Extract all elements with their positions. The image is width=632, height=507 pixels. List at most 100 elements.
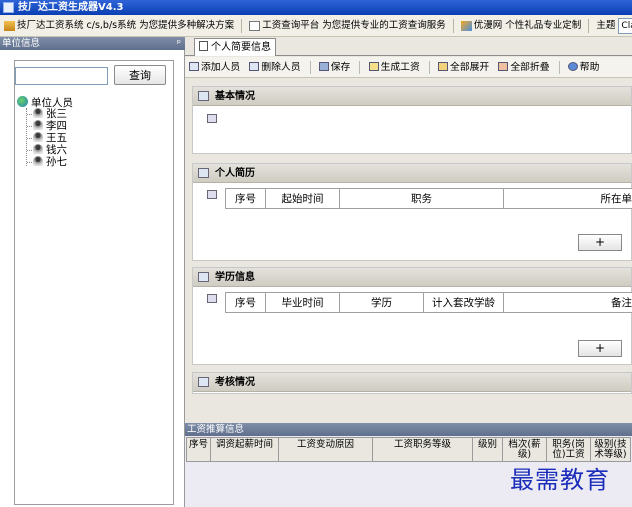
- delete-person-label: 删除人员: [261, 62, 301, 73]
- tab-personal-info[interactable]: 个人简要信息: [194, 38, 276, 56]
- person-icon: [33, 156, 43, 166]
- add-person-button[interactable]: 添加人员: [189, 57, 240, 78]
- generate-label: 生成工资: [380, 62, 420, 73]
- person-icon: [33, 108, 43, 118]
- section-title: 个人简历: [215, 168, 255, 179]
- bottom-panel-header: 工资推算信息: [185, 423, 632, 436]
- column-header: 工资变动原因: [278, 437, 373, 462]
- column-header: 毕业时间: [265, 292, 340, 313]
- tree-node[interactable]: 李四: [27, 120, 67, 132]
- tab-label: 个人简要信息: [211, 42, 271, 53]
- bottom-panel-title: 工资推算信息: [187, 424, 245, 435]
- save-icon: [318, 62, 329, 71]
- section-header[interactable]: 个人简历: [193, 164, 631, 183]
- section-title: 基本情况: [215, 91, 255, 102]
- divider: [452, 18, 454, 33]
- form-icon: [207, 114, 217, 123]
- column-header: 计入套改学龄: [423, 292, 504, 313]
- table-icon: [198, 272, 209, 282]
- section-resume: 个人简历 序号 起始时间 职务 所在单 +: [192, 163, 632, 261]
- theme-select[interactable]: Clas: [618, 17, 632, 34]
- section-title: 学历信息: [215, 272, 255, 283]
- left-panel-header: 单位信息 ᵖ: [0, 37, 185, 50]
- add-person-label: 添加人员: [201, 62, 241, 73]
- pin-icon[interactable]: ᵖ: [177, 37, 181, 50]
- help-button[interactable]: 帮助: [567, 57, 600, 78]
- save-label: 保存: [330, 62, 351, 73]
- title-bar: 技厂达工资生成器V4.3: [0, 0, 632, 15]
- gift-icon: [460, 20, 472, 31]
- divider: [241, 18, 243, 33]
- add-user-icon: [189, 62, 199, 71]
- column-header: 级别(技术等级): [590, 437, 631, 462]
- column-header: 职务: [339, 188, 504, 209]
- left-panel-title: 单位信息: [2, 38, 41, 49]
- tree-node-label: 张三: [46, 108, 67, 120]
- search-button[interactable]: 查询: [114, 65, 166, 85]
- tree-node-label: 李四: [46, 120, 67, 132]
- table-icon: [198, 377, 209, 387]
- column-header: 级别: [472, 437, 503, 462]
- link-item-1[interactable]: 技厂达工资系统 c/s,b/s系统 为您提供多种解决方案: [17, 15, 234, 36]
- section-title: 考核情况: [215, 377, 255, 388]
- column-header: 序号: [186, 437, 211, 462]
- collapse-all-button[interactable]: 全部折叠: [498, 57, 550, 78]
- person-icon: [33, 120, 43, 130]
- section-education: 学历信息 序号 毕业时间 学历 计入套改学龄 备注 +: [192, 267, 632, 365]
- stack-icon: [368, 62, 379, 71]
- save-button[interactable]: 保存: [318, 57, 351, 78]
- generate-salary-button[interactable]: 生成工资: [368, 57, 420, 78]
- divider: [428, 60, 430, 74]
- resume-table: 序号 起始时间 职务 所在单: [225, 188, 632, 209]
- column-header: 序号: [225, 292, 266, 313]
- section-assessment: 考核情况: [192, 372, 632, 394]
- expand-label: 全部展开: [450, 62, 490, 73]
- divider: [558, 60, 560, 74]
- tree-node-label: 钱六: [46, 144, 67, 156]
- column-header: 备注: [503, 292, 632, 313]
- column-header: 职务(岗位)工资: [546, 437, 591, 462]
- watermark: 最需教育: [510, 466, 610, 494]
- tree-node[interactable]: 钱六: [27, 144, 67, 156]
- add-row-button[interactable]: +: [578, 234, 622, 251]
- salary-table: 序号 调资起薪时间 工资变动原因 工资职务等级 级别 档次(薪级) 职务(岗位)…: [186, 437, 631, 462]
- theme-label: 主题: [596, 20, 616, 31]
- app-title: 技厂达工资生成器V4.3: [18, 2, 124, 13]
- document-icon: [199, 41, 208, 51]
- delete-user-icon: [249, 62, 260, 71]
- search-input[interactable]: [15, 67, 108, 85]
- collapse-icon: [498, 62, 509, 71]
- toolbar: 添加人员 删除人员 保存 生成工资 全部展开 全部折叠 帮助: [185, 57, 632, 78]
- table-header-row: 序号 毕业时间 学历 计入套改学龄 备注: [225, 292, 632, 313]
- section-header[interactable]: 考核情况: [193, 373, 631, 392]
- link-icon: [4, 20, 15, 31]
- unit-icon: [17, 96, 28, 107]
- column-header: 所在单: [503, 188, 632, 209]
- form-icon: [207, 190, 217, 199]
- person-icon: [33, 132, 43, 142]
- section-header[interactable]: 学历信息: [193, 268, 631, 287]
- link-item-2[interactable]: 工资查询平台 为您提供专业的工资查询服务: [262, 15, 446, 36]
- tree-node[interactable]: 张三: [27, 108, 67, 120]
- collapse-label: 全部折叠: [510, 62, 550, 73]
- link-item-3[interactable]: 优漫网 个性礼品专业定制: [474, 15, 582, 36]
- column-header: 起始时间: [265, 188, 340, 209]
- form-icon: [207, 294, 217, 303]
- section-icon: [198, 91, 209, 101]
- document-icon: [249, 20, 261, 31]
- delete-person-button[interactable]: 删除人员: [249, 57, 301, 78]
- divider: [588, 18, 590, 33]
- column-header: 学历: [339, 292, 424, 313]
- help-icon: [567, 62, 578, 71]
- tree-node-label: 孙七: [46, 156, 67, 168]
- tree-node[interactable]: 王五: [27, 132, 67, 144]
- table-header-row: 序号 起始时间 职务 所在单: [225, 188, 632, 209]
- help-label: 帮助: [579, 62, 600, 73]
- table-icon: [198, 168, 209, 178]
- expand-all-button[interactable]: 全部展开: [438, 57, 489, 78]
- folder-open-icon: [438, 62, 449, 71]
- tree-node[interactable]: 孙七: [27, 156, 67, 168]
- column-header: 序号: [225, 188, 266, 209]
- section-header[interactable]: 基本情况: [193, 87, 631, 106]
- add-row-button[interactable]: +: [578, 340, 622, 357]
